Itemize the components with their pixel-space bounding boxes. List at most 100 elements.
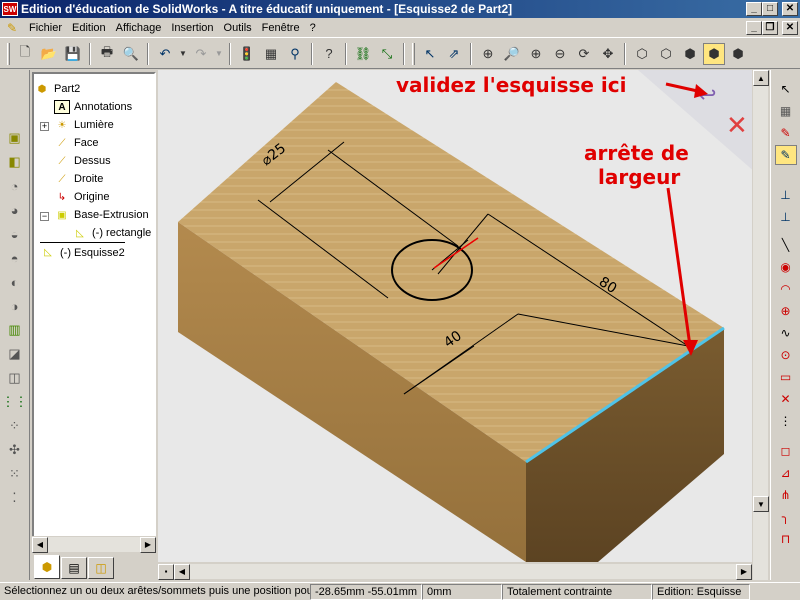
tab-featuremanager[interactable]: ⬢	[34, 555, 60, 579]
doc-close-button[interactable]: ✕	[782, 21, 798, 35]
tree-item-annotations[interactable]: A Annotations	[54, 98, 132, 116]
circular-pattern-icon[interactable]: ✣	[4, 439, 26, 461]
revolve-icon[interactable]: ◧	[4, 151, 26, 173]
scroll-down-icon[interactable]: ▼	[753, 496, 769, 512]
shaded-icon[interactable]: ⬢	[703, 42, 725, 65]
centerline-icon[interactable]: ⋮	[775, 411, 797, 431]
print-icon[interactable]: 🖶	[96, 43, 118, 65]
tree-item-base-extrusion[interactable]: ▣ Base-Extrusion	[54, 206, 148, 224]
extrude-boss-icon[interactable]: ▣	[4, 127, 26, 149]
print-preview-icon[interactable]: 🔍	[120, 43, 142, 65]
curve-pattern-icon[interactable]: ⁙	[4, 463, 26, 485]
trim-icon[interactable]: ✕	[775, 389, 797, 409]
document-icon[interactable]: ✎	[4, 21, 20, 35]
construction-icon[interactable]: ⊓	[775, 529, 797, 549]
tree-item-lighting[interactable]: ☀ Lumière	[54, 116, 114, 134]
rotate-icon[interactable]: ⟳	[573, 43, 595, 65]
menu-fichier[interactable]: Fichier	[24, 18, 67, 38]
offset-icon[interactable]: ⊿	[775, 463, 797, 483]
fillet-icon[interactable]: ◓	[4, 247, 26, 269]
open-icon[interactable]: 📂	[38, 43, 60, 65]
scroll-right-icon[interactable]: ▶	[736, 563, 752, 580]
menu-help[interactable]: ?	[305, 18, 321, 38]
scroll-up-icon[interactable]: ▲	[753, 70, 769, 86]
wireframe-icon[interactable]: ⬡	[631, 43, 653, 65]
whats-this-icon[interactable]: ?	[318, 43, 340, 65]
grid-icon[interactable]: ▦	[260, 43, 282, 65]
scroll-left-icon[interactable]: ◀	[32, 536, 48, 553]
scroll-right-icon[interactable]: ▶	[140, 536, 156, 553]
shaded-edges-icon[interactable]: ⬢	[727, 43, 749, 65]
expand-lighting-button[interactable]: +	[40, 122, 49, 131]
rectangle-icon[interactable]: ▭	[775, 367, 797, 387]
rebuild-icon[interactable]: 🚦	[236, 43, 258, 65]
smart-dimension-icon[interactable]: ⊥	[775, 185, 797, 205]
zoom-in-icon[interactable]: ⊕	[525, 43, 547, 65]
viewport-vertical-scrollbar[interactable]: ▲ ▼	[752, 70, 769, 580]
grid-icon[interactable]: ▦	[775, 101, 797, 121]
collapse-extrusion-button[interactable]: −	[40, 212, 49, 221]
loft-icon[interactable]: ◕	[4, 199, 26, 221]
point-icon[interactable]: ⊙	[775, 345, 797, 365]
zoom-out-icon[interactable]: ⊖	[549, 43, 571, 65]
mirror-icon[interactable]: ⋔	[775, 485, 797, 505]
smart-dimension-icon[interactable]: ⤡	[376, 43, 398, 65]
rib-icon[interactable]: ▥	[4, 319, 26, 341]
tree-item-droite[interactable]: ⟋ Droite	[54, 170, 104, 188]
spline-icon[interactable]: ∿	[775, 323, 797, 343]
mirror-icon[interactable]: ⋮⋮	[2, 391, 28, 413]
sketch-relations-icon[interactable]: ⛓	[352, 43, 374, 65]
menu-affichage[interactable]: Affichage	[111, 18, 167, 38]
graphics-area[interactable]: ↩ ✕ ⌀25 80 40 validez l'esquisse ici arr…	[158, 70, 764, 562]
sketch-icon[interactable]: ✎	[775, 123, 797, 143]
redo-dropdown-icon[interactable]: ▼	[214, 43, 224, 65]
circle-icon[interactable]: ⊕	[775, 301, 797, 321]
tree-item-origine[interactable]: ↳ Origine	[54, 188, 110, 206]
save-icon[interactable]: 💾	[62, 43, 84, 65]
chamfer-icon[interactable]: ◐	[4, 271, 26, 293]
table-pattern-icon[interactable]: ⁚	[4, 487, 26, 509]
tab-propertymanager[interactable]: ▤	[61, 557, 87, 579]
menu-fenetre[interactable]: Fenêtre	[257, 18, 305, 38]
hidden-removed-icon[interactable]: ⬢	[679, 43, 701, 65]
shell-icon[interactable]: ◑	[4, 295, 26, 317]
draft-icon[interactable]: ◪	[4, 343, 26, 365]
doc-minimize-button[interactable]: _	[746, 21, 762, 35]
pan-icon[interactable]: ✥	[597, 43, 619, 65]
minimize-button[interactable]: _	[746, 2, 762, 16]
tree-horizontal-scrollbar[interactable]: ◀ ▶	[32, 536, 156, 553]
add-relation-icon[interactable]: ⊥	[775, 207, 797, 227]
tree-item-face[interactable]: ⟋ Face	[54, 134, 99, 152]
tangent-arc-icon[interactable]: ◠	[775, 279, 797, 299]
select-filter-icon[interactable]: ⇗	[443, 43, 465, 65]
doc-restore-button[interactable]: ❐	[762, 21, 778, 35]
hidden-lines-icon[interactable]: ⬡	[655, 43, 677, 65]
undo-dropdown-icon[interactable]: ▼	[178, 43, 188, 65]
tree-item-part2[interactable]: ⬢ Part2	[34, 80, 81, 98]
thicken-icon[interactable]: ◒	[4, 223, 26, 245]
linear-pattern-icon[interactable]: ⁘	[4, 415, 26, 437]
fillet-sketch-icon[interactable]: ╮	[775, 507, 797, 527]
tree-item-rectangle[interactable]: ◺ (-) rectangle	[72, 224, 151, 242]
maximize-button[interactable]: □	[762, 2, 778, 16]
scroll-left-icon[interactable]: ◀	[174, 563, 190, 580]
viewport-horizontal-scrollbar[interactable]: ▪ ◀ ▶	[158, 563, 752, 580]
model-view[interactable]: ↩ ✕ ⌀25 80 40 validez l'esquisse ici arr…	[158, 70, 764, 562]
redo-icon[interactable]: ↷	[190, 43, 212, 65]
menu-edition[interactable]: Edition	[67, 18, 111, 38]
menu-outils[interactable]: Outils	[219, 18, 257, 38]
new-icon[interactable]: 🗋	[14, 43, 36, 65]
resize-grip[interactable]	[750, 584, 798, 600]
undo-icon[interactable]: ↶	[154, 43, 176, 65]
menu-insertion[interactable]: Insertion	[166, 18, 218, 38]
convert-entities-icon[interactable]: ◻	[775, 441, 797, 461]
close-button[interactable]: ✕	[782, 2, 798, 16]
sweep-icon[interactable]: ◔	[4, 175, 26, 197]
cancel-sketch-icon[interactable]: ✕	[726, 111, 748, 141]
tab-configurationmanager[interactable]: ◫	[88, 557, 114, 579]
line-icon[interactable]: ╲	[775, 235, 797, 255]
zoom-area-icon[interactable]: 🔎	[501, 43, 523, 65]
zoom-fit-icon[interactable]: ⊕	[477, 43, 499, 65]
tree-item-esquisse2[interactable]: ◺ (-) Esquisse2	[40, 242, 125, 260]
centerpoint-arc-icon[interactable]: ◉	[775, 257, 797, 277]
